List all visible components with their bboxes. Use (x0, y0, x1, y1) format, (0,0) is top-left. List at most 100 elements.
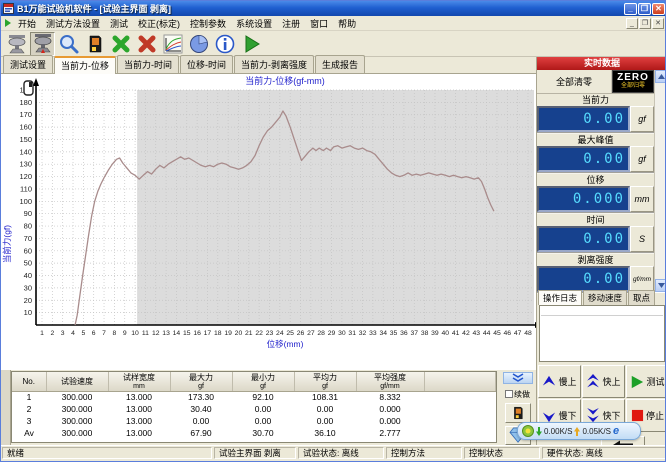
restore-button[interactable]: ❐ (638, 3, 651, 15)
menu-item-system-settings[interactable]: 系统设置 (231, 17, 277, 30)
time-unit: S (630, 226, 654, 252)
play-icon (240, 33, 262, 55)
svg-text:7: 7 (102, 330, 106, 337)
svg-text:10: 10 (131, 330, 139, 337)
ie-icon[interactable]: e (613, 425, 619, 437)
tab-pick-point[interactable]: 取点 (628, 290, 655, 305)
mdi-close-button[interactable]: ✕ (652, 18, 664, 29)
window-title: B1万能试验机软件 - [试验主界面 剥离] (17, 2, 624, 15)
displacement-unit: mm (630, 186, 654, 212)
scroll-down-icon[interactable] (655, 279, 666, 292)
test-button[interactable]: 测试 (626, 365, 666, 398)
save-card-button[interactable] (505, 403, 531, 423)
svg-text:24: 24 (276, 330, 284, 337)
zoom-button[interactable] (56, 32, 81, 56)
svg-text:160: 160 (19, 123, 32, 132)
memory-card-icon (510, 404, 526, 422)
checkbox-box[interactable] (505, 390, 513, 398)
menu-item-start[interactable]: 开始 (13, 17, 41, 30)
menu-item-calibration[interactable]: 校正(标定) (133, 17, 185, 30)
realtime-panel-title: 实时数据 (537, 57, 666, 70)
svg-text:15: 15 (183, 330, 191, 337)
tab-test-settings[interactable]: 测试设置 (3, 55, 53, 73)
chart-panel: 1234567891011121314151617181920212223242… (1, 74, 536, 370)
svg-text:43: 43 (473, 330, 481, 337)
start-arrow-icon (4, 19, 12, 27)
table-row[interactable]: 2300.000 13.00030.40 0.000.00 0.000 (12, 403, 496, 415)
svg-text:17: 17 (204, 330, 212, 337)
svg-text:29: 29 (328, 330, 336, 337)
red-x-icon (136, 33, 158, 55)
force-displacement-chart: 1234567891011121314151617181920212223242… (1, 74, 536, 370)
fast-up-button[interactable]: 快上 (582, 365, 625, 398)
menu-bar: 开始 测试方法设置 测试 校正(标定) 控制参数 系统设置 注册 窗口 帮助 _… (1, 16, 666, 31)
table-row[interactable]: 3300.000 13.0000.00 0.000.00 0.000 (12, 415, 496, 427)
press-machine-1-button[interactable] (4, 32, 29, 56)
clear-curve-button[interactable] (108, 32, 133, 56)
menu-item-control-params[interactable]: 控制参数 (185, 17, 231, 30)
svg-text:45: 45 (493, 330, 501, 337)
graph-page-icon[interactable] (23, 80, 35, 96)
pie-chart-button[interactable] (186, 32, 211, 56)
run-button[interactable] (238, 32, 263, 56)
svg-text:30: 30 (338, 330, 346, 337)
tab-force-displacement[interactable]: 当前力-位移 (54, 56, 116, 74)
minimize-button[interactable]: _ (624, 3, 637, 15)
close-button[interactable]: ✕ (652, 3, 665, 15)
tab-force-peel-strength[interactable]: 当前力-剥离强度 (234, 55, 314, 73)
svg-text:19: 19 (224, 330, 232, 337)
menu-item-test[interactable]: 测试 (105, 17, 133, 30)
svg-text:34: 34 (379, 330, 387, 337)
tab-force-time[interactable]: 当前力-时间 (117, 55, 179, 73)
mdi-minimize-button[interactable]: _ (626, 18, 638, 29)
svg-text:11: 11 (142, 330, 149, 337)
readout-scrollbar[interactable] (654, 70, 666, 292)
svg-text:5: 5 (81, 330, 85, 337)
tab-generate-report[interactable]: 生成报告 (315, 55, 365, 73)
status-ready: 就绪 (2, 447, 212, 459)
view-tabs: 测试设置 当前力-位移 当前力-时间 位移-时间 当前力-剥离强度 生成报告 (1, 57, 536, 74)
network-speed-badge[interactable]: 0.00K/S 0.05K/S e (517, 422, 641, 440)
svg-text:26: 26 (297, 330, 305, 337)
svg-text:30: 30 (24, 283, 32, 292)
svg-text:35: 35 (390, 330, 398, 337)
menu-item-window[interactable]: 窗口 (305, 17, 333, 30)
scroll-up-icon[interactable] (655, 70, 666, 83)
zero-all-button[interactable]: ZERO 全部归零 (612, 70, 654, 93)
slow-up-button[interactable]: 慢上 (538, 365, 581, 398)
svg-text:70: 70 (24, 234, 32, 243)
svg-text:170: 170 (19, 110, 32, 119)
readout-max-peak: 最大峰值 0.00 gf (537, 134, 654, 174)
svg-text:当前力(gf): 当前力(gf) (2, 225, 12, 263)
svg-text:27: 27 (307, 330, 315, 337)
svg-text:3: 3 (61, 330, 65, 337)
info-button[interactable] (212, 32, 237, 56)
svg-text:40: 40 (24, 271, 32, 280)
memory-card-button[interactable] (82, 32, 107, 56)
svg-text:130: 130 (19, 160, 32, 169)
tab-displacement-time[interactable]: 位移-时间 (180, 55, 233, 73)
tab-operation-log[interactable]: 操作日志 (538, 290, 582, 305)
operation-log-area[interactable] (539, 305, 665, 362)
curves-view-button[interactable] (160, 32, 185, 56)
svg-text:36: 36 (400, 330, 408, 337)
press-machine-2-button[interactable] (30, 32, 55, 56)
clear-data-button[interactable] (134, 32, 159, 56)
mdi-restore-button[interactable]: ❐ (639, 18, 651, 29)
svg-text:2: 2 (50, 330, 54, 337)
tab-move-speed[interactable]: 移动速度 (583, 290, 627, 305)
peel-strength-unit: gf/mm (630, 266, 654, 292)
svg-text:150: 150 (19, 135, 32, 144)
svg-text:25: 25 (286, 330, 294, 337)
table-row[interactable]: 1300.000 13.000173.30 92.10108.31 8.332 (12, 391, 496, 403)
menu-item-test-method[interactable]: 测试方法设置 (41, 17, 105, 30)
table-row-average[interactable]: Av300.000 13.00067.90 30.7036.10 2.777 (12, 427, 496, 439)
menu-item-register[interactable]: 注册 (277, 17, 305, 30)
svg-text:40: 40 (441, 330, 449, 337)
continue-checkbox[interactable]: 续做 (505, 389, 530, 400)
max-peak-unit: gf (630, 146, 654, 172)
collapse-table-button[interactable] (503, 372, 533, 384)
network-monitor-icon (522, 425, 534, 437)
toolbar (1, 31, 666, 57)
menu-item-help[interactable]: 帮助 (333, 17, 361, 30)
